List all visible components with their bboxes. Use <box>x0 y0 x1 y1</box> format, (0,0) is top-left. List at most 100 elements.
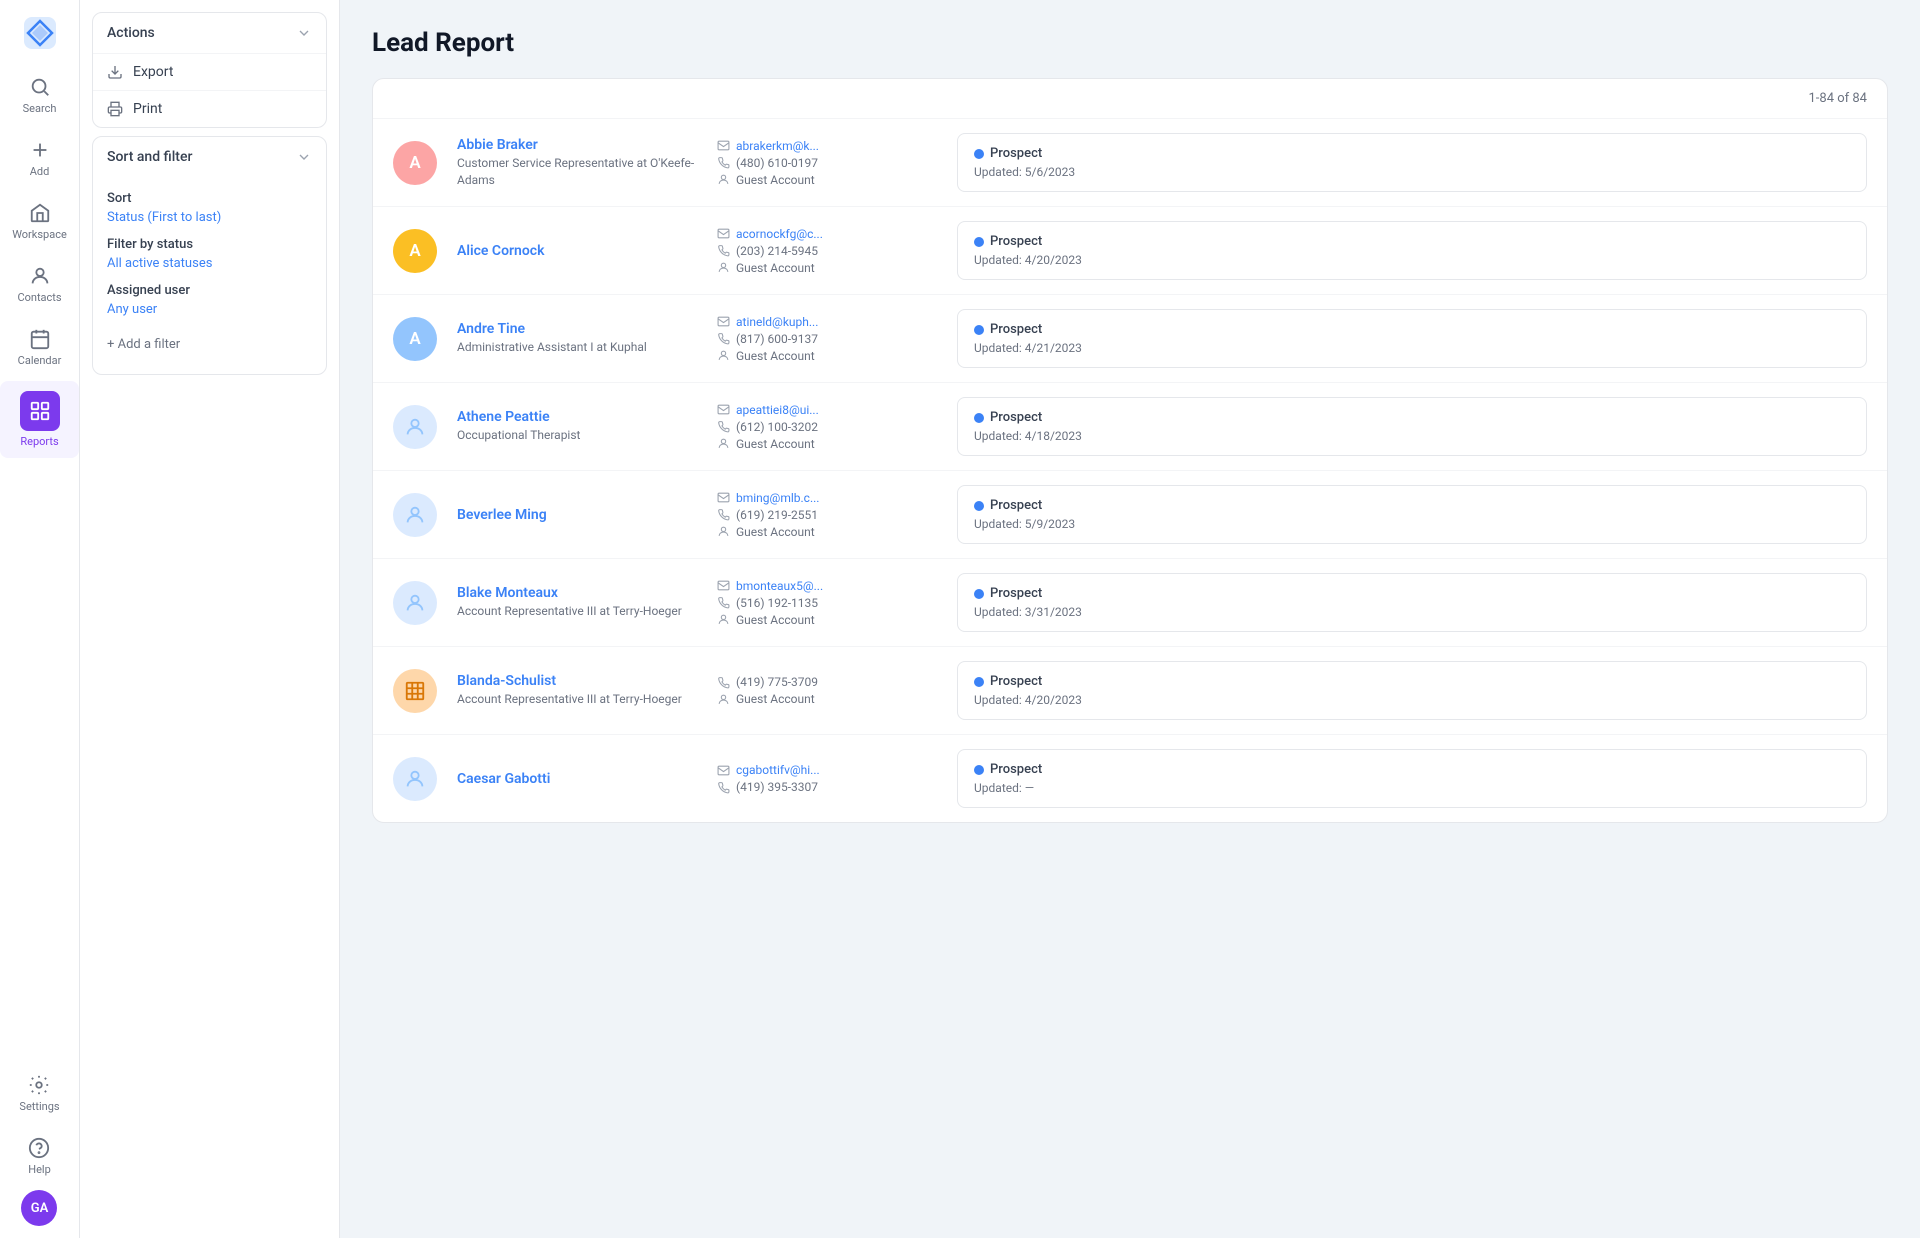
table-row: A Alice Cornock acornockfg@c... (203) 21… <box>373 207 1887 295</box>
filter-content: Sort Status (First to last) Filter by st… <box>93 177 326 374</box>
report-header: 1-84 of 84 <box>373 79 1887 119</box>
sidebar-item-settings[interactable]: Settings <box>19 1064 59 1123</box>
actions-section: Actions Export Print <box>92 12 327 128</box>
report-card: 1-84 of 84 A Abbie Braker Customer Servi… <box>372 78 1888 823</box>
lead-account-row: Guest Account <box>717 692 937 706</box>
lead-status: Prospect <box>990 234 1042 249</box>
lead-status-card: Prospect Updated: 4/21/2023 <box>957 309 1867 368</box>
lead-phone-row: (817) 600-9137 <box>717 332 937 346</box>
lead-name[interactable]: Andre Tine <box>457 321 697 337</box>
lead-info: Caesar Gabotti <box>457 771 697 787</box>
lead-phone-row: (619) 219-2551 <box>717 508 937 522</box>
email-icon <box>717 315 730 328</box>
lead-phone: (203) 214-5945 <box>736 244 818 258</box>
lead-name[interactable]: Blanda-Schulist <box>457 673 697 689</box>
sidebar-item-contacts-label: Contacts <box>17 291 61 304</box>
lead-updated: Updated: 3/31/2023 <box>974 605 1850 619</box>
sidebar-item-contacts[interactable]: Contacts <box>0 255 79 314</box>
table-row: Athene Peattie Occupational Therapist ap… <box>373 383 1887 471</box>
add-filter-button[interactable]: + Add a filter <box>107 329 312 360</box>
sidebar-item-calendar[interactable]: Calendar <box>0 318 79 377</box>
leads-list: A Abbie Braker Customer Service Represen… <box>373 119 1887 822</box>
table-row: Beverlee Ming bming@mlb.c... (619) 219-2… <box>373 471 1887 559</box>
lead-avatar: A <box>393 317 437 361</box>
actions-label: Actions <box>107 25 155 41</box>
status-dot <box>974 677 984 687</box>
sidebar-item-workspace[interactable]: Workspace <box>0 192 79 251</box>
lead-status-row: Prospect <box>974 410 1850 425</box>
lead-account-row: Guest Account <box>717 261 937 275</box>
lead-name[interactable]: Caesar Gabotti <box>457 771 697 787</box>
lead-status: Prospect <box>990 410 1042 425</box>
lead-status-card: Prospect Updated: 4/20/2023 <box>957 221 1867 280</box>
lead-updated: Updated: 4/18/2023 <box>974 429 1850 443</box>
lead-contact: (419) 775-3709 Guest Account <box>717 675 937 706</box>
lead-updated: Updated: 4/21/2023 <box>974 341 1850 355</box>
sidebar-item-reports-label: Reports <box>20 435 58 448</box>
print-icon <box>107 101 123 117</box>
sort-filter-section: Sort and filter Sort Status (First to la… <box>92 136 327 375</box>
export-label: Export <box>133 64 173 80</box>
sidebar-item-settings-label: Settings <box>19 1100 59 1113</box>
lead-status-row: Prospect <box>974 498 1850 513</box>
lead-status-card: Prospect Updated: 5/9/2023 <box>957 485 1867 544</box>
phone-icon <box>717 508 730 521</box>
lead-contact: bmonteaux5@... (516) 192-1135 Guest Acco… <box>717 579 937 627</box>
status-dot <box>974 501 984 511</box>
lead-name[interactable]: Beverlee Ming <box>457 507 697 523</box>
sidebar-item-add[interactable]: Add <box>0 129 79 188</box>
sidebar-item-add-label: Add <box>30 165 50 178</box>
sidebar-item-reports[interactable]: Reports <box>0 381 79 458</box>
sidebar-item-help[interactable]: Help <box>19 1127 59 1186</box>
print-button[interactable]: Print <box>93 90 326 127</box>
sort-filter-header[interactable]: Sort and filter <box>93 137 326 177</box>
account-icon <box>717 173 730 186</box>
lead-account: Guest Account <box>736 613 815 627</box>
lead-contact: acornockfg@c... (203) 214-5945 Guest Acc… <box>717 227 937 275</box>
lead-status-row: Prospect <box>974 674 1850 689</box>
email-icon <box>717 227 730 240</box>
status-dot <box>974 149 984 159</box>
lead-info: Beverlee Ming <box>457 507 697 523</box>
lead-account: Guest Account <box>736 173 815 187</box>
status-dot <box>974 413 984 423</box>
phone-icon <box>717 676 730 689</box>
lead-email-row: bmonteaux5@... <box>717 579 937 593</box>
lead-name[interactable]: Abbie Braker <box>457 137 697 153</box>
lead-name[interactable]: Athene Peattie <box>457 409 697 425</box>
filter-status-label: Filter by status <box>107 237 312 252</box>
sidebar-item-search[interactable]: Search <box>0 66 79 125</box>
lead-status-row: Prospect <box>974 146 1850 161</box>
lead-account: Guest Account <box>736 525 815 539</box>
lead-phone: (619) 219-2551 <box>736 508 818 522</box>
print-label: Print <box>133 101 162 117</box>
filter-status-value[interactable]: All active statuses <box>107 256 312 271</box>
lead-email: atineld@kuph... <box>736 315 818 329</box>
lead-status-card: Prospect Updated: 4/20/2023 <box>957 661 1867 720</box>
actions-header[interactable]: Actions <box>93 13 326 53</box>
lead-status: Prospect <box>990 146 1042 161</box>
lead-updated: Updated: 4/20/2023 <box>974 253 1850 267</box>
lead-account-row: Guest Account <box>717 437 937 451</box>
lead-account: Guest Account <box>736 437 815 451</box>
lead-phone-row: (203) 214-5945 <box>717 244 937 258</box>
lead-updated: Updated: 4/20/2023 <box>974 693 1850 707</box>
lead-name[interactable]: Blake Monteaux <box>457 585 697 601</box>
lead-phone: (516) 192-1135 <box>736 596 818 610</box>
filter-user-value[interactable]: Any user <box>107 302 312 317</box>
lead-name[interactable]: Alice Cornock <box>457 243 697 259</box>
lead-phone: (419) 395-3307 <box>736 780 818 794</box>
export-button[interactable]: Export <box>93 53 326 90</box>
lead-status-row: Prospect <box>974 586 1850 601</box>
sort-value[interactable]: Status (First to last) <box>107 210 312 225</box>
lead-email: bming@mlb.c... <box>736 491 819 505</box>
account-icon <box>717 437 730 450</box>
lead-phone: (419) 775-3709 <box>736 675 818 689</box>
lead-status: Prospect <box>990 762 1042 777</box>
user-avatar[interactable]: GA <box>21 1190 57 1226</box>
app-logo[interactable] <box>19 12 61 54</box>
table-row: Caesar Gabotti cgabottifv@hi... (419) 39… <box>373 735 1887 822</box>
filter-user-group: Assigned user Any user <box>107 283 312 317</box>
sidebar-item-workspace-label: Workspace <box>12 228 67 241</box>
sidebar-item-help-label: Help <box>28 1163 51 1176</box>
